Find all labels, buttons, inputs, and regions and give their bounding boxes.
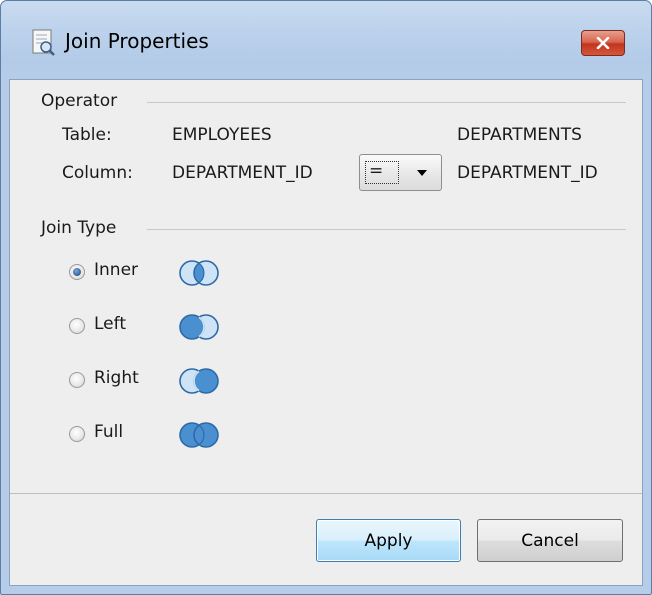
- window-title: Join Properties: [65, 29, 209, 53]
- operator-select-value: =: [365, 161, 399, 184]
- query-document-icon: [32, 29, 55, 56]
- radio-label-left: Left: [94, 314, 126, 334]
- radio-label-inner: Inner: [94, 260, 139, 280]
- table-label: Table:: [62, 125, 112, 145]
- cancel-button[interactable]: Cancel: [477, 519, 623, 562]
- join-option-right[interactable]: Right: [10, 366, 250, 396]
- venn-right-icon: [179, 368, 219, 394]
- venn-left-icon: [179, 314, 219, 340]
- right-table-name: DEPARTMENTS: [457, 125, 582, 145]
- join-type-section-label: Join Type: [41, 218, 117, 238]
- title-bar[interactable]: Join Properties: [1, 1, 651, 79]
- radio-label-right: Right: [94, 368, 139, 388]
- chevron-down-icon: [417, 170, 427, 176]
- radio-inner[interactable]: [69, 264, 85, 280]
- operator-section-label: Operator: [41, 91, 118, 111]
- operator-divider: [147, 102, 626, 103]
- radio-label-full: Full: [94, 422, 124, 442]
- close-icon: [596, 37, 610, 49]
- operator-select[interactable]: =: [359, 154, 442, 191]
- column-label: Column:: [62, 163, 133, 183]
- left-column-name: DEPARTMENT_ID: [172, 163, 313, 183]
- close-button[interactable]: [581, 30, 625, 56]
- apply-button[interactable]: Apply: [316, 519, 461, 562]
- footer-divider: [10, 493, 642, 494]
- radio-left[interactable]: [69, 318, 85, 334]
- join-option-left[interactable]: Left: [10, 312, 250, 342]
- join-option-full[interactable]: Full: [10, 420, 250, 450]
- radio-right[interactable]: [69, 372, 85, 388]
- dialog-body: Operator Table: EMPLOYEES DEPARTMENTS Co…: [9, 79, 643, 586]
- join-option-inner[interactable]: Inner: [10, 258, 250, 288]
- join-type-divider: [147, 229, 626, 230]
- venn-inner-icon: [179, 260, 219, 286]
- join-properties-dialog: Join Properties Operator Table: EMPLOYEE…: [0, 0, 652, 595]
- venn-full-icon: [179, 422, 219, 448]
- radio-full[interactable]: [69, 426, 85, 442]
- left-table-name: EMPLOYEES: [172, 125, 272, 145]
- right-column-name: DEPARTMENT_ID: [457, 163, 598, 183]
